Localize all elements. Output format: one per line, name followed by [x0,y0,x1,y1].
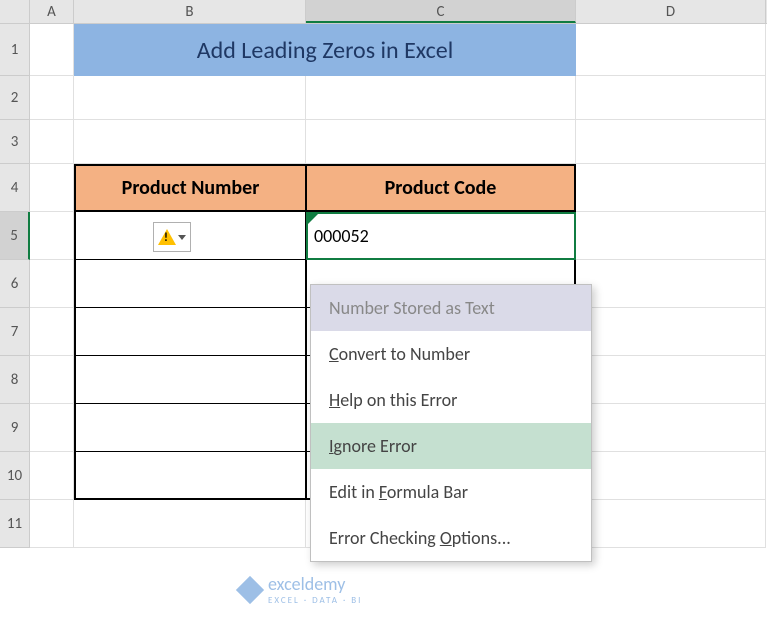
cell-d9[interactable] [576,404,766,452]
cell-b8[interactable] [74,356,306,404]
menu-edit-formula-bar[interactable]: Edit in Formula Bar [311,469,591,515]
cell-b6[interactable] [74,260,306,308]
row-header-1[interactable]: 1 [0,24,30,76]
cell-d2[interactable] [576,76,766,120]
col-header-b[interactable]: B [74,0,306,23]
row-header-6[interactable]: 6 [0,260,30,308]
row-header-5[interactable]: 5 [0,212,30,260]
menu-ignore-error[interactable]: Ignore Error [311,423,591,469]
error-triangle-icon [308,214,318,224]
header-product-number[interactable]: Product Number [74,164,306,212]
row-header-11[interactable]: 11 [0,500,30,548]
row-2: 2 [0,76,767,120]
cell-a2[interactable] [30,76,74,120]
cell-d10[interactable] [576,452,766,500]
title-cell[interactable]: Add Leading Zeros in Excel [74,24,576,76]
cell-b11[interactable] [74,500,306,548]
cell-a9[interactable] [30,404,74,452]
cell-b3[interactable] [74,120,306,164]
cell-a4[interactable] [30,164,74,212]
cell-a3[interactable] [30,120,74,164]
row-header-8[interactable]: 8 [0,356,30,404]
menu-help-on-error[interactable]: Help on this Error [311,377,591,423]
chevron-down-icon [178,235,186,240]
cell-c5-value: 000052 [314,225,369,247]
cell-c2[interactable] [306,76,576,120]
cell-d6[interactable] [576,260,766,308]
cell-a10[interactable] [30,452,74,500]
cell-a5[interactable] [30,212,74,260]
cell-d5[interactable] [576,212,766,260]
row-3: 3 [0,120,767,164]
watermark-name: exceldemy [268,573,345,595]
row-header-9[interactable]: 9 [0,404,30,452]
watermark-tagline: EXCEL · DATA · BI [268,595,362,606]
row-header-10[interactable]: 10 [0,452,30,500]
col-header-c[interactable]: C [306,0,576,23]
column-headers-row: A B C D [0,0,767,24]
row-1: 1 Add Leading Zeros in Excel [0,24,767,76]
cell-a7[interactable] [30,308,74,356]
cell-b7[interactable] [74,308,306,356]
row-header-7[interactable]: 7 [0,308,30,356]
header-product-code[interactable]: Product Code [306,164,576,212]
row-header-3[interactable]: 3 [0,120,30,164]
menu-error-checking-options[interactable]: Error Checking Options... [311,515,591,561]
cell-a6[interactable] [30,260,74,308]
cell-c3[interactable] [306,120,576,164]
cell-d1[interactable] [576,24,766,76]
watermark: exceldemy EXCEL · DATA · BI [240,573,362,606]
cell-d11[interactable] [576,500,766,548]
row-5: 5 000052 [0,212,767,260]
watermark-logo-icon [236,575,264,603]
col-header-a[interactable]: A [30,0,74,23]
cell-c5-selected[interactable]: 000052 [306,212,576,260]
cell-a1[interactable] [30,24,74,76]
cell-d4[interactable] [576,164,766,212]
menu-number-stored-as-text: Number Stored as Text [311,285,591,331]
error-indicator-button[interactable] [153,222,191,252]
row-header-2[interactable]: 2 [0,76,30,120]
cell-b10[interactable] [74,452,306,500]
cell-d7[interactable] [576,308,766,356]
warning-icon [158,229,176,245]
col-header-d[interactable]: D [576,0,766,23]
error-context-menu: Number Stored as Text Convert to Number … [310,284,592,562]
menu-convert-to-number[interactable]: Convert to Number [311,331,591,377]
cell-a11[interactable] [30,500,74,548]
cell-b9[interactable] [74,404,306,452]
cell-d3[interactable] [576,120,766,164]
cell-a8[interactable] [30,356,74,404]
cell-d8[interactable] [576,356,766,404]
cell-b2[interactable] [74,76,306,120]
row-header-4[interactable]: 4 [0,164,30,212]
select-all-corner[interactable] [0,0,30,23]
row-4: 4 Product Number Product Code [0,164,767,212]
